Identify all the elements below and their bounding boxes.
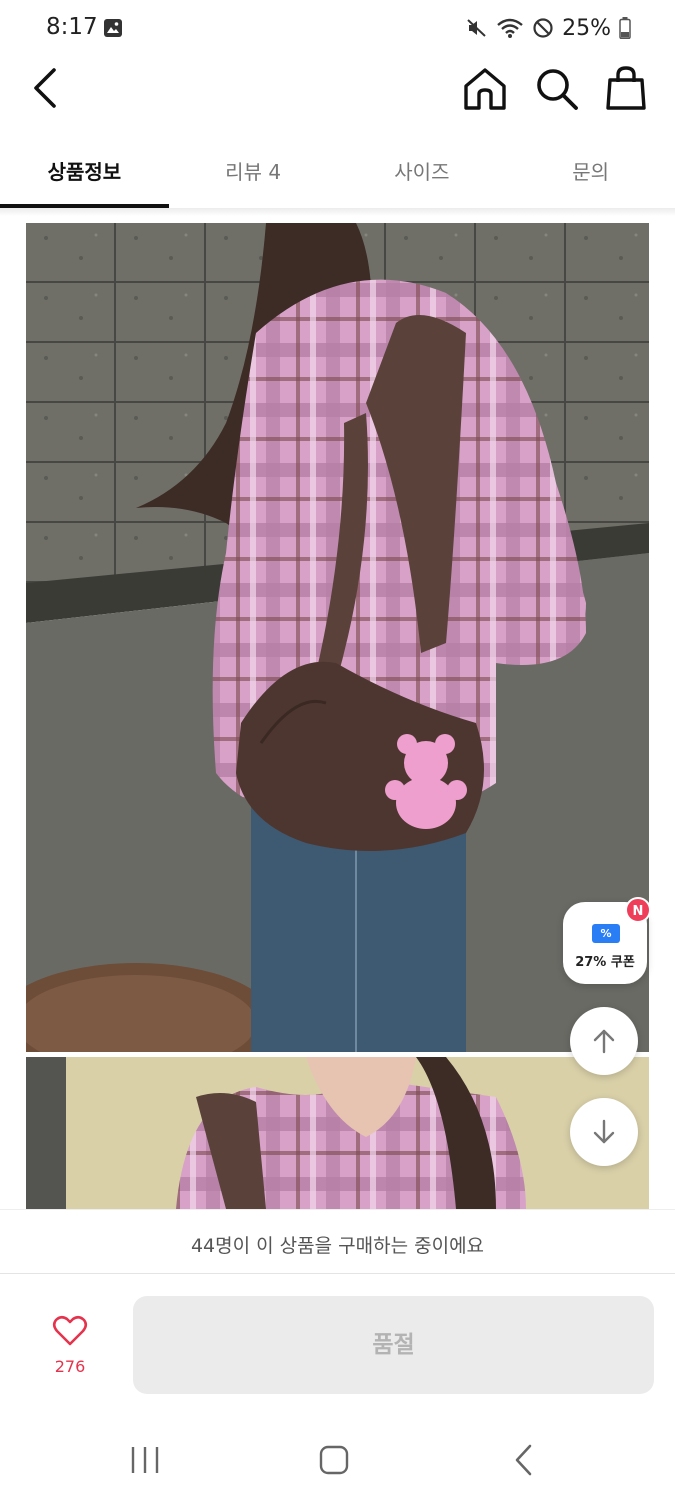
scroll-to-top-button[interactable] [570, 1007, 638, 1075]
mute-icon [467, 19, 486, 37]
new-badge: N [625, 897, 651, 923]
battery-percent: 25% [562, 15, 611, 41]
recent-apps-icon[interactable] [128, 1445, 162, 1475]
tab-size[interactable]: 사이즈 [338, 130, 507, 208]
scroll-to-bottom-button[interactable] [570, 1098, 638, 1166]
do-not-disturb-icon [533, 18, 553, 38]
coupon-label: 27% 쿠폰 [575, 955, 635, 970]
heart-icon [52, 1315, 88, 1346]
like-count: 276 [54, 1357, 86, 1376]
status-bar: 8:17 25% [0, 0, 675, 56]
back-nav-icon[interactable] [512, 1443, 536, 1477]
system-nav-bar [0, 1415, 675, 1500]
status-time: 8:17 [46, 14, 98, 40]
app-bar [0, 56, 675, 126]
soldout-button: 품절 [133, 1296, 654, 1394]
back-icon[interactable] [26, 66, 66, 110]
arrow-down-icon [593, 1119, 615, 1144]
product-image [26, 1057, 649, 1209]
search-icon[interactable] [534, 66, 580, 112]
home-icon[interactable] [462, 66, 508, 112]
purchase-action-bar: 276 품절 [0, 1275, 675, 1415]
wifi-icon [497, 18, 523, 38]
tab-inquiry[interactable]: 문의 [506, 130, 675, 208]
shopping-bag-icon[interactable] [604, 64, 648, 112]
home-nav-icon[interactable] [318, 1445, 350, 1475]
coupon-ticket-icon: % [592, 924, 620, 943]
buying-notice: 44명이 이 상품을 구매하는 중이에요 [0, 1209, 675, 1274]
image-icon [104, 19, 122, 37]
tab-product-info[interactable]: 상품정보 [0, 130, 169, 208]
battery-icon [619, 17, 631, 39]
product-tabs: 상품정보 리뷰 4 사이즈 문의 [0, 130, 675, 208]
tab-reviews[interactable]: 리뷰 4 [169, 130, 338, 208]
like-button[interactable]: 276 [36, 1315, 104, 1385]
arrow-up-icon [593, 1029, 615, 1054]
product-image [26, 223, 649, 1052]
